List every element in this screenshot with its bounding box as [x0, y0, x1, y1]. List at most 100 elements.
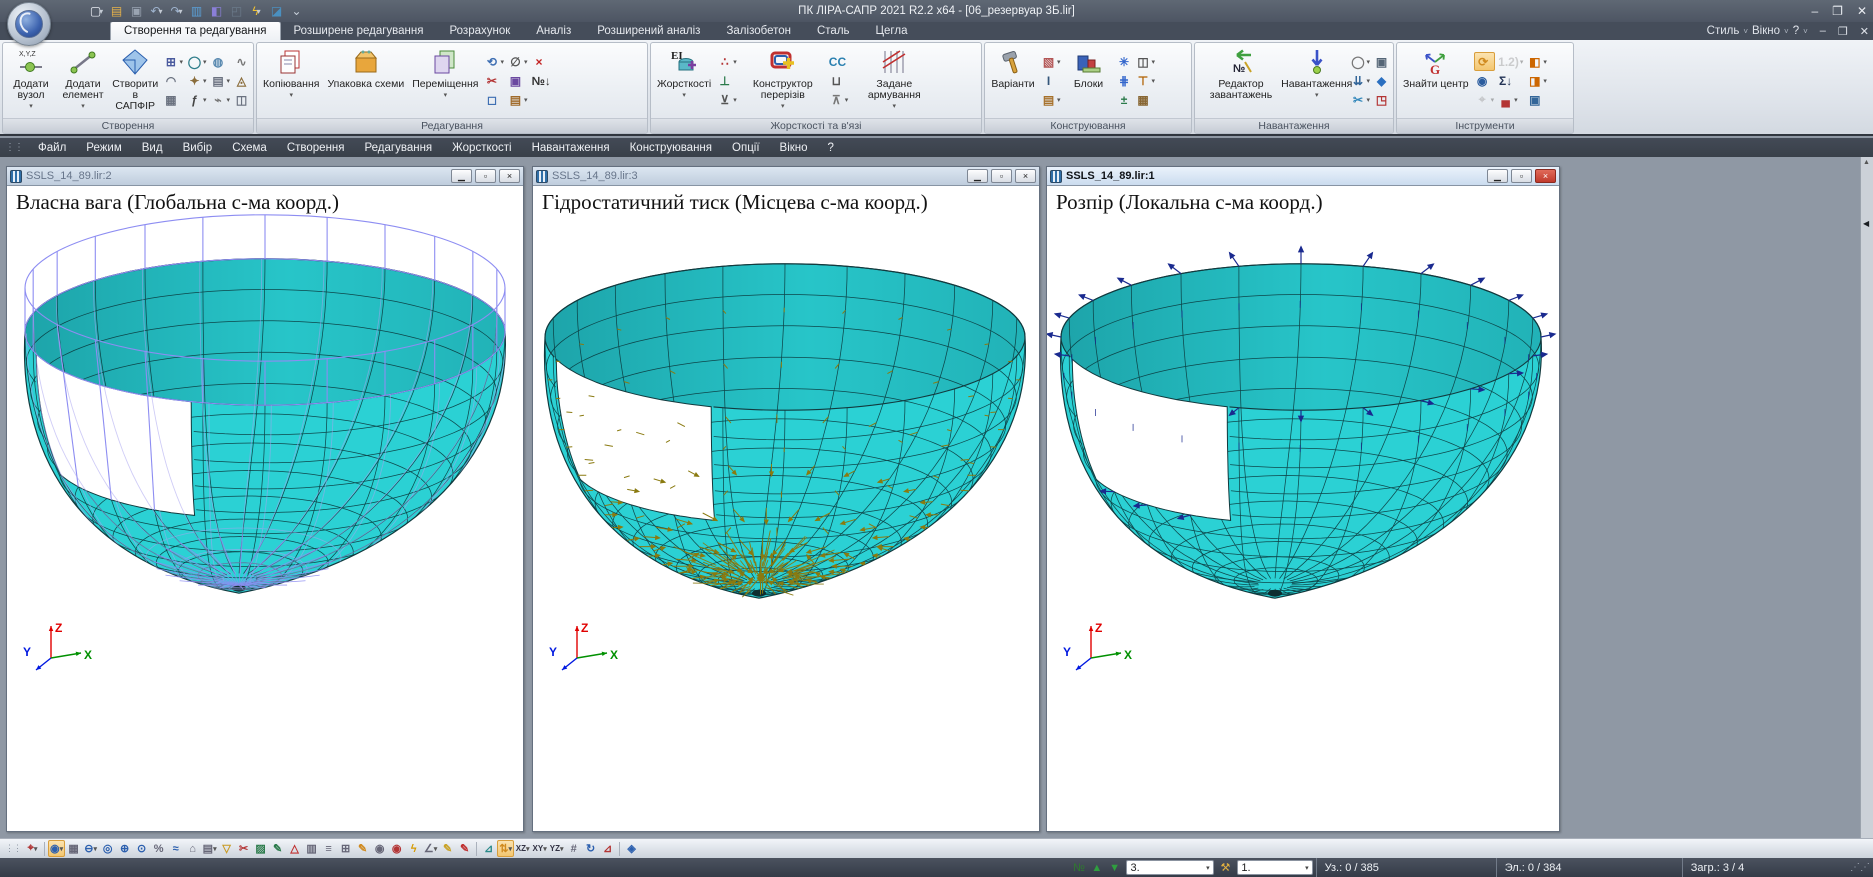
cc-icon[interactable]: CC: [828, 52, 850, 71]
chart-icon[interactable]: ◪: [268, 3, 285, 20]
model-viewport[interactable]: Гідростатичний тиск (Місцева с-ма коорд.…: [533, 186, 1039, 831]
platform-icon[interactable]: ⊔: [828, 71, 850, 90]
shell-model-canvas[interactable]: ZXY: [533, 186, 1039, 831]
ribbon-button-додати-елемент[interactable]: Додати елемент▾: [58, 45, 108, 116]
ribbon-button-жорсткості[interactable]: EIЖорсткості▾: [654, 45, 714, 116]
truss-icon[interactable]: ◠: [162, 71, 184, 90]
save-icon[interactable]: ▣: [128, 3, 145, 20]
ribbon-button-додати-вузол[interactable]: X,Y,ZДодати вузол▾: [6, 45, 56, 116]
frame-icon[interactable]: ⊞▾: [162, 52, 184, 71]
menu-item-13[interactable]: ?: [818, 140, 844, 156]
menu-item-4[interactable]: Вибір: [173, 140, 223, 156]
undo-icon[interactable]: ↶▾: [148, 3, 165, 20]
wall-icon[interactable]: ▦: [1135, 90, 1157, 109]
scissors-icon[interactable]: ✂: [483, 71, 505, 90]
menu-item-8[interactable]: Жорсткості: [442, 140, 521, 156]
ribbon-button-варіанти[interactable]: Варіанти: [988, 45, 1038, 116]
mdi-window-2[interactable]: SSLS_14_89.lir:3▁▫×Гідростатичний тиск (…: [532, 166, 1040, 832]
histogram-icon[interactable]: ▄▾: [1497, 90, 1524, 109]
tab-4[interactable]: Аналіз: [523, 23, 584, 40]
diamond-add-icon[interactable]: ◆: [1373, 71, 1390, 90]
brush-icon[interactable]: ✎: [269, 840, 286, 857]
xy-view-icon[interactable]: XY▾: [531, 840, 548, 857]
pick-icon[interactable]: ⌖▾: [1474, 90, 1496, 109]
pencil-yellow-icon[interactable]: ✎: [439, 840, 456, 857]
model-viewport[interactable]: Розпір (Локальна с-ма коорд.)ZXY: [1047, 186, 1559, 831]
table-icon[interactable]: ⊞: [337, 840, 354, 857]
shell-model-canvas[interactable]: ZXY: [7, 186, 523, 831]
mdi-restore-button[interactable]: ▫: [475, 169, 496, 183]
redo-icon[interactable]: ↷▾: [168, 3, 185, 20]
zoom-rotate-icon[interactable]: ◉: [1474, 71, 1496, 90]
iso-view-icon[interactable]: ⊿: [480, 840, 497, 857]
tab-6[interactable]: Залізобетон: [713, 23, 804, 40]
rotate-icon[interactable]: ↻: [582, 840, 599, 857]
coord-axes-icon[interactable]: ⌖▾: [24, 840, 41, 857]
dimension-icon[interactable]: 1.2)▾: [1497, 52, 1524, 71]
sum-icon[interactable]: Σ↓: [1497, 71, 1524, 90]
tab-3[interactable]: Розрахунок: [436, 23, 523, 40]
scroll-up-icon[interactable]: ▲: [1863, 159, 1870, 166]
distributed-load-icon[interactable]: ⇊▾: [1349, 71, 1371, 90]
proj-icon[interactable]: ⊿: [599, 840, 616, 857]
pencil-orange-icon[interactable]: ✎: [354, 840, 371, 857]
elem-mode-select[interactable]: 1.▾: [1237, 860, 1312, 875]
cut-load-icon[interactable]: ✂▾: [1349, 90, 1371, 109]
globe-icon[interactable]: ◍: [209, 52, 231, 71]
list-icon[interactable]: ≡: [320, 840, 337, 857]
fragment-icon[interactable]: ✂: [235, 840, 252, 857]
net-icon[interactable]: ⋕: [1116, 71, 1133, 90]
ribbon-button-задане-армування[interactable]: Задане армування▾: [851, 45, 937, 116]
mdi-scrollbar[interactable]: ▲ ◀: [1860, 157, 1873, 838]
pencil-red-icon[interactable]: ✎: [456, 840, 473, 857]
pressure-icon[interactable]: ◯▾: [1349, 52, 1371, 71]
tab-7[interactable]: Сталь: [804, 23, 863, 40]
picture-icon[interactable]: ▣: [507, 71, 529, 90]
wave-icon[interactable]: ≈: [167, 840, 184, 857]
doc-diamond-icon[interactable]: ◳: [1373, 90, 1390, 109]
anchor-icon[interactable]: ⊼▾: [828, 90, 850, 109]
mdi-window-titlebar[interactable]: SSLS_14_89.lir:3▁▫×: [533, 167, 1039, 186]
panel-icon[interactable]: ▥: [303, 840, 320, 857]
mdi-minimize-button[interactable]: ▁: [967, 169, 988, 183]
tab-5[interactable]: Розширений аналіз: [584, 23, 713, 40]
zoom-100-icon[interactable]: ◎: [99, 840, 116, 857]
open-icon[interactable]: ▤: [108, 3, 125, 20]
grid-number-icon[interactable]: #: [565, 840, 582, 857]
tabrow-menu-2[interactable]: Вікно: [1752, 25, 1780, 37]
lightning-icon[interactable]: ϟ: [405, 840, 422, 857]
tab-1[interactable]: Створення та редагування: [110, 21, 281, 40]
report-icon[interactable]: ▥: [188, 3, 205, 20]
zoom-in-icon[interactable]: ⊕: [116, 840, 133, 857]
angle-icon[interactable]: ∠▾: [422, 840, 439, 857]
rod-icon[interactable]: ⌁▾: [209, 90, 231, 109]
fxy-surface-icon[interactable]: ƒ▾: [186, 90, 208, 109]
app-logo[interactable]: [7, 2, 51, 46]
mdi-restore-button[interactable]: ▫: [991, 169, 1012, 183]
springs-icon[interactable]: ∴▾: [716, 52, 738, 71]
mdi-close-button[interactable]: ×: [1015, 169, 1036, 183]
zoom-window-icon[interactable]: ◉▾: [48, 840, 65, 857]
brick-icon[interactable]: ▤▾: [1040, 90, 1062, 109]
tabrow-menu-3[interactable]: ?: [1793, 25, 1799, 37]
search-red-icon[interactable]: ◉: [388, 840, 405, 857]
home-icon[interactable]: ⌂: [184, 840, 201, 857]
renumber-icon[interactable]: №↓: [530, 71, 551, 90]
mdi-close-button[interactable]: ×: [1535, 169, 1556, 183]
mdi-window-titlebar[interactable]: SSLS_14_89.lir:2▁▫×: [7, 167, 523, 186]
plusminus-icon[interactable]: ±: [1116, 90, 1133, 109]
ribbon-button-переміщення[interactable]: Переміщення▾: [409, 45, 481, 116]
delete-icon[interactable]: ×: [530, 52, 551, 71]
support-icon[interactable]: ⊥: [716, 71, 738, 90]
search-icon[interactable]: ◉: [371, 840, 388, 857]
node-mode-select[interactable]: 3.▾: [1126, 860, 1213, 875]
ibeam-icon[interactable]: I: [1040, 71, 1062, 90]
tabrow-menu-1[interactable]: Стиль: [1707, 25, 1740, 37]
mirror-icon[interactable]: ∅▾: [507, 52, 529, 71]
ribbon-button-конструктор-перерізів[interactable]: Конструктор перерізів▾: [740, 45, 826, 116]
menu-item-12[interactable]: Вікно: [770, 140, 818, 156]
ribbon-restore-button[interactable]: ❐: [1838, 25, 1848, 38]
mdi-minimize-button[interactable]: ▁: [451, 169, 472, 183]
ribbon-button-навантаження[interactable]: Навантаження▾: [1286, 45, 1347, 116]
minimize-button[interactable]: –: [1811, 4, 1818, 18]
